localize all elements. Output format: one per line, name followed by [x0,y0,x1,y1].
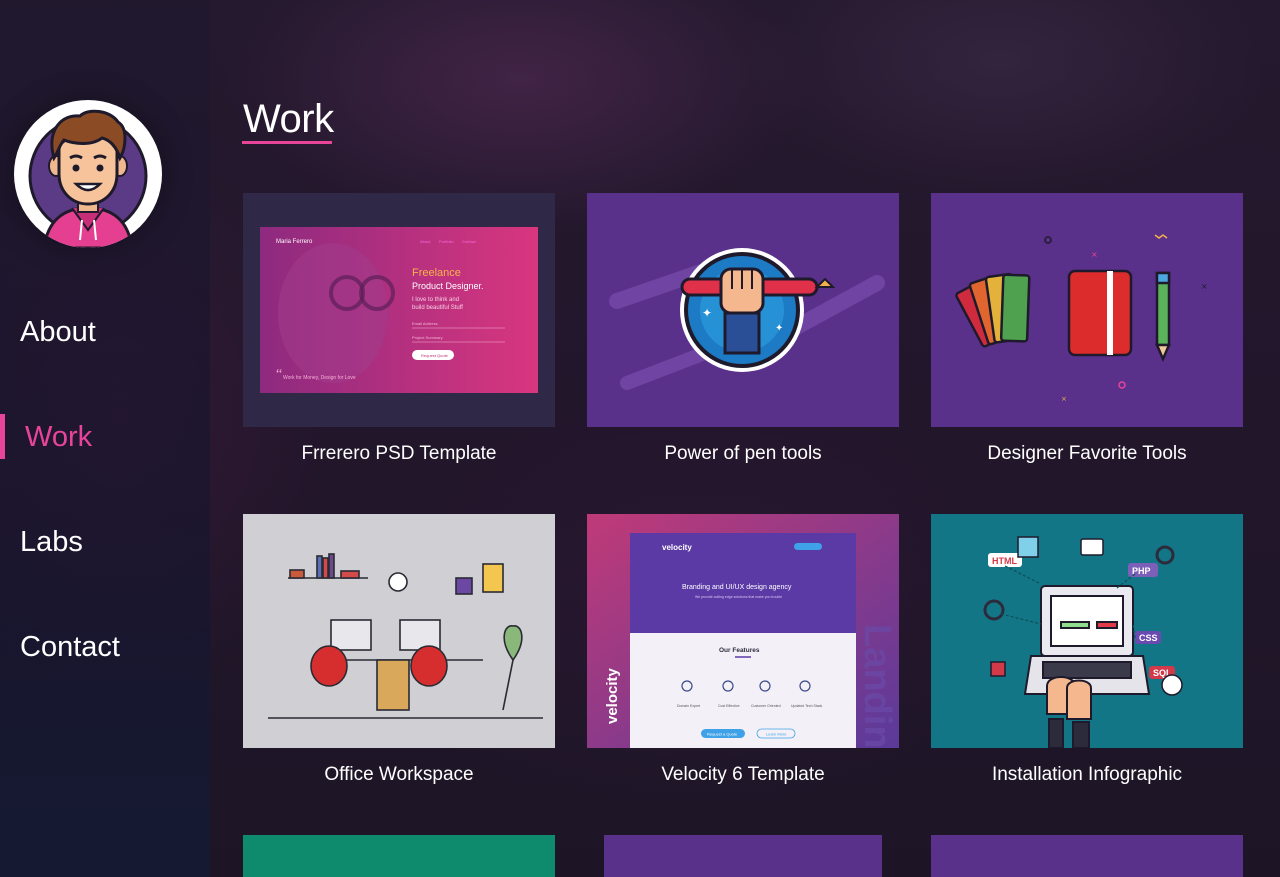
svg-text:Learn More: Learn More [766,732,787,737]
project-title: Designer Favorite Tools [987,443,1187,464]
project-card-favorite-tools[interactable]: × × × Designer Favorite Tools [931,193,1243,464]
svg-text:×: × [1201,282,1208,291]
svg-text:Customer Oriented: Customer Oriented [751,704,781,708]
svg-text:build beautiful Stuff: build beautiful Stuff [412,305,463,311]
project-thumbnail: × × × [931,193,1243,427]
thumb-brand: Maria Ferrero [276,239,313,245]
project-card-partial-3[interactable] [931,835,1243,877]
nav-about[interactable]: About [0,308,210,356]
svg-text:HTML: HTML [992,556,1017,566]
svg-text:Request Quote: Request Quote [421,353,449,358]
project-title: Installation Infographic [991,764,1183,785]
project-thumbnail: ✦ ✦ [587,193,899,427]
svg-text:CSS: CSS [1139,633,1158,643]
svg-text:Request a Quote: Request a Quote [707,732,738,737]
project-thumbnail: Landing velocity velocity Branding and U… [587,514,899,748]
project-title: Office Workspace [324,764,474,785]
svg-text:Our Features: Our Features [719,647,760,654]
nav-work[interactable]: Work [0,413,210,461]
project-card-velocity[interactable]: Landing velocity velocity Branding and U… [587,514,899,785]
avatar[interactable] [14,100,162,248]
sidebar: About Work Labs Contact [0,0,210,877]
svg-text:Product Designer.: Product Designer. [412,281,484,291]
project-card-frrerero[interactable]: Maria Ferrero About Portfolio Contact Fr… [243,193,555,464]
svg-text:velocity: velocity [604,667,621,724]
project-thumbnail: Maria Ferrero About Portfolio Contact Fr… [243,193,555,427]
svg-text:I love to think and: I love to think and [412,297,459,303]
project-card-partial-2[interactable] [604,835,882,877]
title-underline [242,141,332,144]
avatar-illustration [28,109,148,248]
svg-text:velocity: velocity [662,543,692,552]
project-card-partial-1[interactable] [243,835,555,877]
svg-text:✦: ✦ [775,323,783,334]
nav-labs[interactable]: Labs [0,518,210,566]
svg-text:Work for Money, Design for Lov: Work for Money, Design for Love [283,375,356,381]
svg-text:Email Address: Email Address [412,321,438,326]
project-card-office-workspace[interactable]: Office Workspace [243,514,555,785]
project-title: Velocity 6 Template [661,764,825,785]
svg-text:“: “ [276,367,282,382]
svg-text:Freelance: Freelance [412,267,461,279]
svg-text:We provide cutting edge soluti: We provide cutting edge solutions that m… [695,595,782,599]
svg-text:Cost Effective: Cost Effective [718,704,740,708]
svg-text:About: About [420,239,431,244]
nav-contact[interactable]: Contact [0,623,210,671]
project-title: Frrerero PSD Template [301,443,497,464]
project-thumbnail: HTML PHP CSS SQL [931,514,1243,748]
svg-text:Portfolio: Portfolio [439,239,454,244]
svg-text:Branding and UI/UX design agen: Branding and UI/UX design agency [682,584,792,591]
project-title: Power of pen tools [664,443,822,464]
project-card-pen-tools[interactable]: ✦ ✦ Power of pen tools [587,193,899,464]
svg-text:Updated Tech Stack: Updated Tech Stack [791,704,823,708]
page-title: Work [243,97,334,141]
svg-text:✦: ✦ [702,306,712,320]
svg-text:Project Summary: Project Summary [412,335,443,340]
project-card-installation-infographic[interactable]: HTML PHP CSS SQL Installation Infographi… [931,514,1243,785]
svg-text:Landing: Landing [856,624,898,748]
svg-text:×: × [1091,250,1098,259]
project-thumbnail [243,514,555,748]
svg-text:Contact: Contact [462,239,477,244]
svg-text:×: × [1061,395,1067,403]
svg-text:Domain Expert: Domain Expert [677,704,700,708]
